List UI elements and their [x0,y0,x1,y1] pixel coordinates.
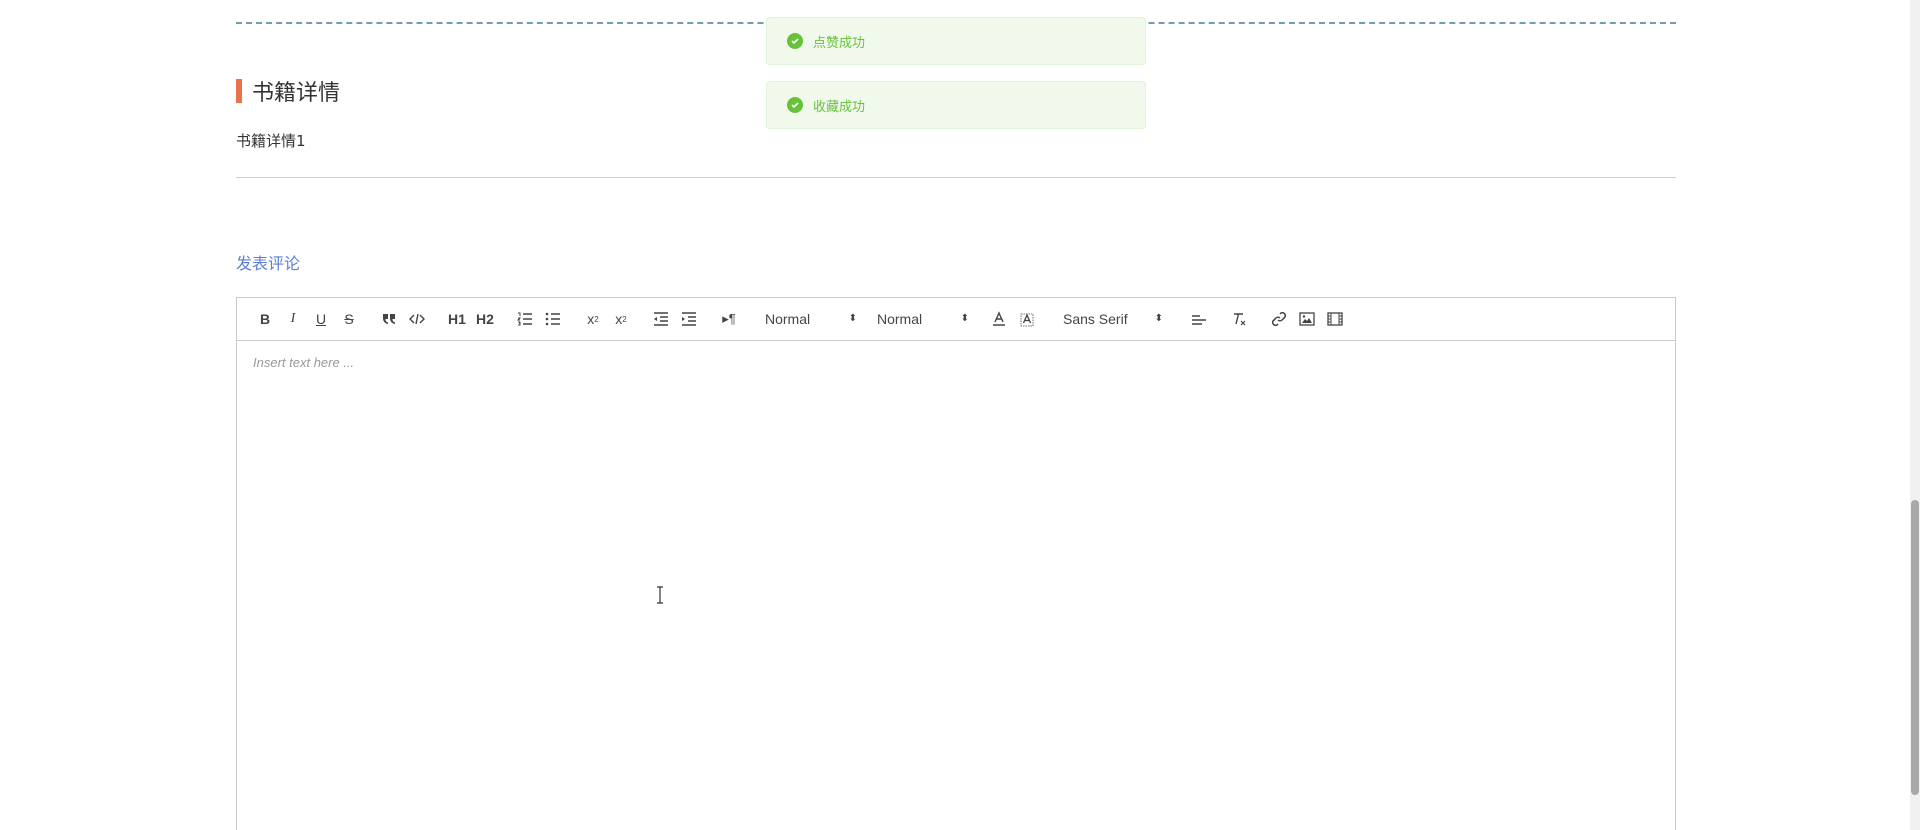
code-block-button[interactable] [403,307,431,331]
favorite-success-toast: 收藏成功 [766,81,1146,129]
italic-button[interactable]: I [279,307,307,331]
section-header: 书籍详情 [236,78,341,106]
size-select[interactable]: Normal ⬍ [871,307,975,331]
h2-button[interactable]: H2 [471,307,499,331]
chevron-updown-icon: ⬍ [848,313,857,324]
clear-format-icon [1234,313,1246,326]
size-select-value: Normal [877,311,923,327]
video-icon [1327,312,1343,326]
chevron-updown-icon: ⬍ [960,313,969,324]
ordered-list-button[interactable] [511,307,539,331]
strike-button[interactable]: S [335,307,363,331]
image-button[interactable] [1293,307,1321,331]
indent-button[interactable] [675,307,703,331]
header-select[interactable]: Normal ⬍ [759,307,863,331]
subscript-button[interactable]: x2 [579,307,607,331]
align-button[interactable] [1185,307,1213,331]
bullet-list-icon [545,312,560,326]
image-icon [1299,312,1315,326]
clear-format-button[interactable] [1225,307,1253,331]
editor-placeholder: Insert text here ... [253,355,355,370]
rich-text-editor: B I U S H1 H2 x2 x2 ▸¶ Normal ⬍ Normal ⬍… [236,297,1676,830]
background-color-icon [1020,313,1034,327]
ordered-list-icon [517,312,532,326]
text-color-icon [993,311,1005,326]
divider [236,177,1676,178]
outdent-button[interactable] [647,307,675,331]
section-title: 书籍详情 [252,81,341,106]
editor-content-area[interactable]: Insert text here ... [237,341,1675,830]
toast-message: 点赞成功 [813,35,866,51]
bold-button[interactable]: B [251,307,279,331]
bullet-list-button[interactable] [539,307,567,331]
align-icon [1192,315,1206,325]
font-select-value: Sans Serif [1063,311,1128,327]
outdent-icon [654,312,668,326]
underline-button[interactable]: U [307,307,335,331]
editor-toolbar: B I U S H1 H2 x2 x2 ▸¶ Normal ⬍ Normal ⬍… [237,298,1675,341]
h1-button[interactable]: H1 [443,307,471,331]
background-color-button[interactable] [1013,307,1041,331]
post-comment-link[interactable]: 发表评论 [236,250,300,274]
quote-icon [383,314,395,324]
superscript-button[interactable]: x2 [607,307,635,331]
text-direction-button[interactable]: ▸¶ [715,307,743,331]
header-select-value: Normal [765,311,811,327]
video-button[interactable] [1321,307,1349,331]
blockquote-button[interactable] [375,307,403,331]
link-icon [1271,311,1287,327]
scrollbar[interactable] [1910,0,1920,830]
text-color-button[interactable] [985,307,1013,331]
accent-bar [236,79,242,103]
text-cursor-icon [655,586,665,604]
scrollbar-thumb[interactable] [1911,500,1919,795]
indent-icon [682,312,696,326]
code-icon [409,313,425,325]
font-select[interactable]: Sans Serif ⬍ [1057,307,1169,331]
toast-message: 收藏成功 [813,99,866,115]
book-detail-text: 书籍详情1 [236,132,306,150]
chevron-updown-icon: ⬍ [1154,313,1163,324]
check-circle-icon [787,33,803,49]
check-circle-icon [787,97,803,113]
link-button[interactable] [1265,307,1293,331]
like-success-toast: 点赞成功 [766,17,1146,65]
